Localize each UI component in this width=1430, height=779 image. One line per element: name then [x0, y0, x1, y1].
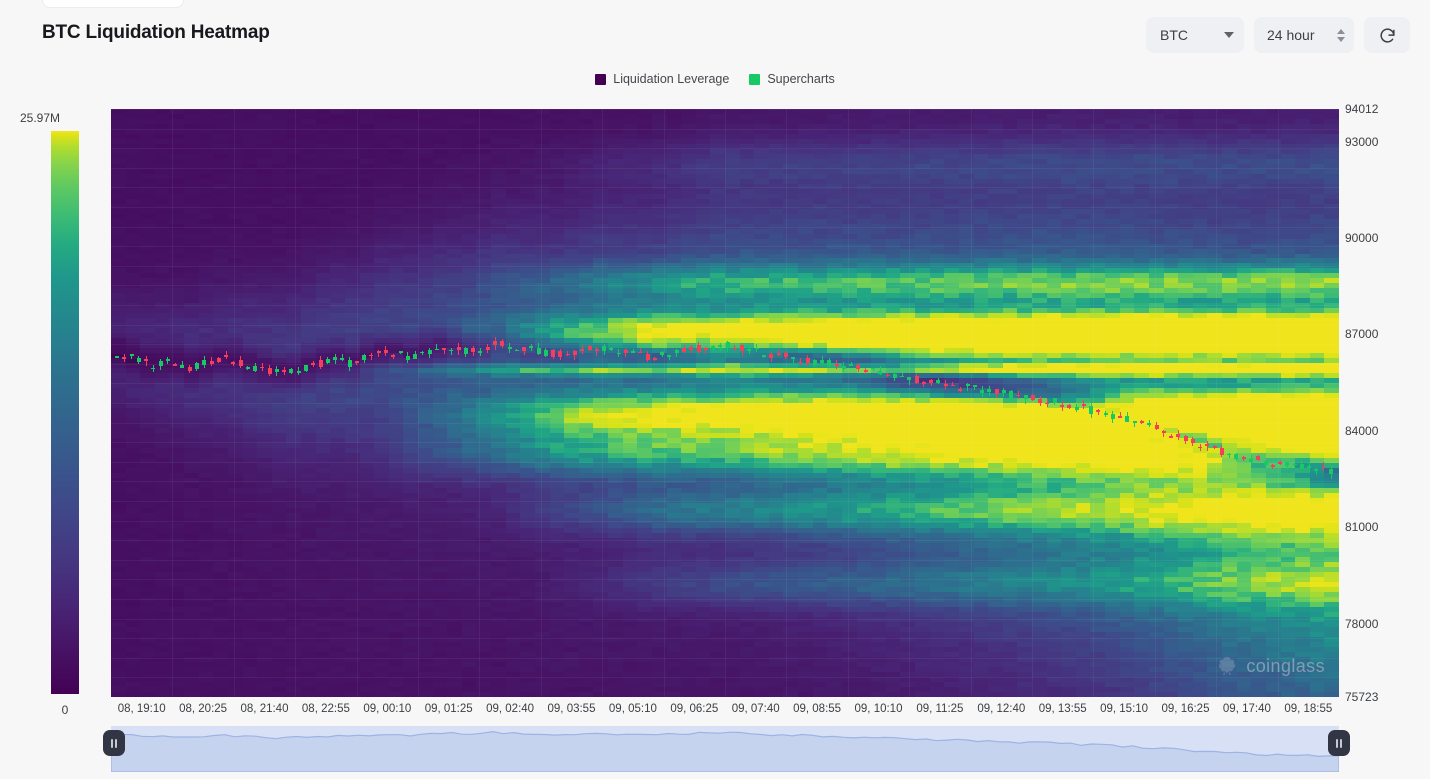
spinner-down-icon[interactable]	[1337, 37, 1345, 42]
legend-label-liquidation-leverage: Liquidation Leverage	[613, 72, 729, 86]
liquidation-heatmap-page: BTC Liquidation Heatmap BTC 24 hour Liqu…	[0, 0, 1430, 779]
heatmap-plot-area[interactable]: coinglass	[111, 109, 1339, 697]
colorbar-min-label: 0	[62, 703, 69, 717]
x-axis-tick: 09, 05:10	[609, 703, 657, 715]
legend-swatch-supercharts	[749, 74, 760, 85]
x-axis-tick: 09, 07:40	[732, 703, 780, 715]
time-range-brush[interactable]	[111, 726, 1339, 772]
y-axis: 94012 93000 90000 87000 84000 81000 78000 75723	[1345, 100, 1425, 710]
x-axis-tick: 09, 02:40	[486, 703, 534, 715]
y-axis-tick: 78000	[1345, 617, 1378, 631]
coinglass-logo-icon	[1216, 655, 1238, 677]
y-axis-tick: 75723	[1345, 690, 1378, 704]
x-axis-tick: 08, 20:25	[179, 703, 227, 715]
symbol-select-value: BTC	[1160, 27, 1188, 43]
x-axis-tick: 08, 22:55	[302, 703, 350, 715]
grip-bar-icon	[111, 739, 113, 748]
refresh-icon	[1378, 26, 1397, 45]
x-axis-tick: 09, 12:40	[977, 703, 1025, 715]
brush-handle-left[interactable]	[103, 730, 125, 756]
chevron-down-icon	[1224, 32, 1234, 38]
grip-bar-icon	[1336, 739, 1338, 748]
x-axis-tick: 09, 13:55	[1039, 703, 1087, 715]
x-axis-tick: 09, 08:55	[793, 703, 841, 715]
x-axis-tick: 09, 06:25	[670, 703, 718, 715]
timerange-select-value: 24 hour	[1267, 27, 1314, 43]
legend-item-supercharts[interactable]: Supercharts	[749, 72, 834, 86]
page-title: BTC Liquidation Heatmap	[42, 22, 270, 44]
watermark-layer: coinglass	[111, 109, 1339, 697]
x-axis-tick: 09, 01:25	[425, 703, 473, 715]
x-axis-tick: 09, 11:25	[916, 703, 963, 715]
x-axis-tick: 09, 16:25	[1162, 703, 1210, 715]
legend-label-supercharts: Supercharts	[767, 72, 834, 86]
y-axis-tick: 87000	[1345, 327, 1378, 341]
colorbar-gradient	[51, 131, 79, 694]
coinglass-watermark: coinglass	[1216, 655, 1325, 677]
y-axis-tick: 90000	[1345, 231, 1378, 245]
colorbar-max-label: 25.97M	[20, 111, 60, 125]
x-axis: 08, 19:10 08, 20:25 08, 21:40 08, 22:55 09, …	[111, 703, 1339, 721]
x-axis-tick: 09, 18:55	[1284, 703, 1332, 715]
spinner-icon[interactable]	[1337, 29, 1345, 42]
timerange-select[interactable]: 24 hour	[1254, 17, 1354, 53]
grip-bar-icon	[1340, 739, 1342, 748]
watermark-text: coinglass	[1246, 656, 1325, 677]
x-axis-tick: 08, 19:10	[118, 703, 166, 715]
x-axis-tick: 09, 15:10	[1100, 703, 1148, 715]
colorbar	[51, 131, 79, 694]
x-axis-tick: 09, 00:10	[363, 703, 411, 715]
symbol-select[interactable]: BTC	[1146, 17, 1244, 53]
x-axis-tick: 09, 10:10	[855, 703, 903, 715]
y-axis-tick: 84000	[1345, 424, 1378, 438]
spinner-up-icon[interactable]	[1337, 29, 1345, 34]
chart-controls: BTC 24 hour	[1146, 17, 1410, 53]
chart-legend: Liquidation Leverage Supercharts	[0, 72, 1430, 86]
x-axis-tick: 09, 03:55	[548, 703, 596, 715]
grip-bar-icon	[115, 739, 117, 748]
clipped-top-tab[interactable]	[42, 0, 184, 8]
y-axis-tick: 93000	[1345, 135, 1378, 149]
legend-swatch-liquidation-leverage	[595, 74, 606, 85]
x-axis-tick: 08, 21:40	[241, 703, 289, 715]
y-axis-tick: 81000	[1345, 520, 1378, 534]
y-axis-tick: 94012	[1345, 102, 1378, 116]
refresh-button[interactable]	[1364, 17, 1410, 53]
brush-mini-chart	[111, 726, 1339, 772]
brush-handle-right[interactable]	[1328, 730, 1350, 756]
x-axis-tick: 09, 17:40	[1223, 703, 1271, 715]
legend-item-liquidation-leverage[interactable]: Liquidation Leverage	[595, 72, 729, 86]
